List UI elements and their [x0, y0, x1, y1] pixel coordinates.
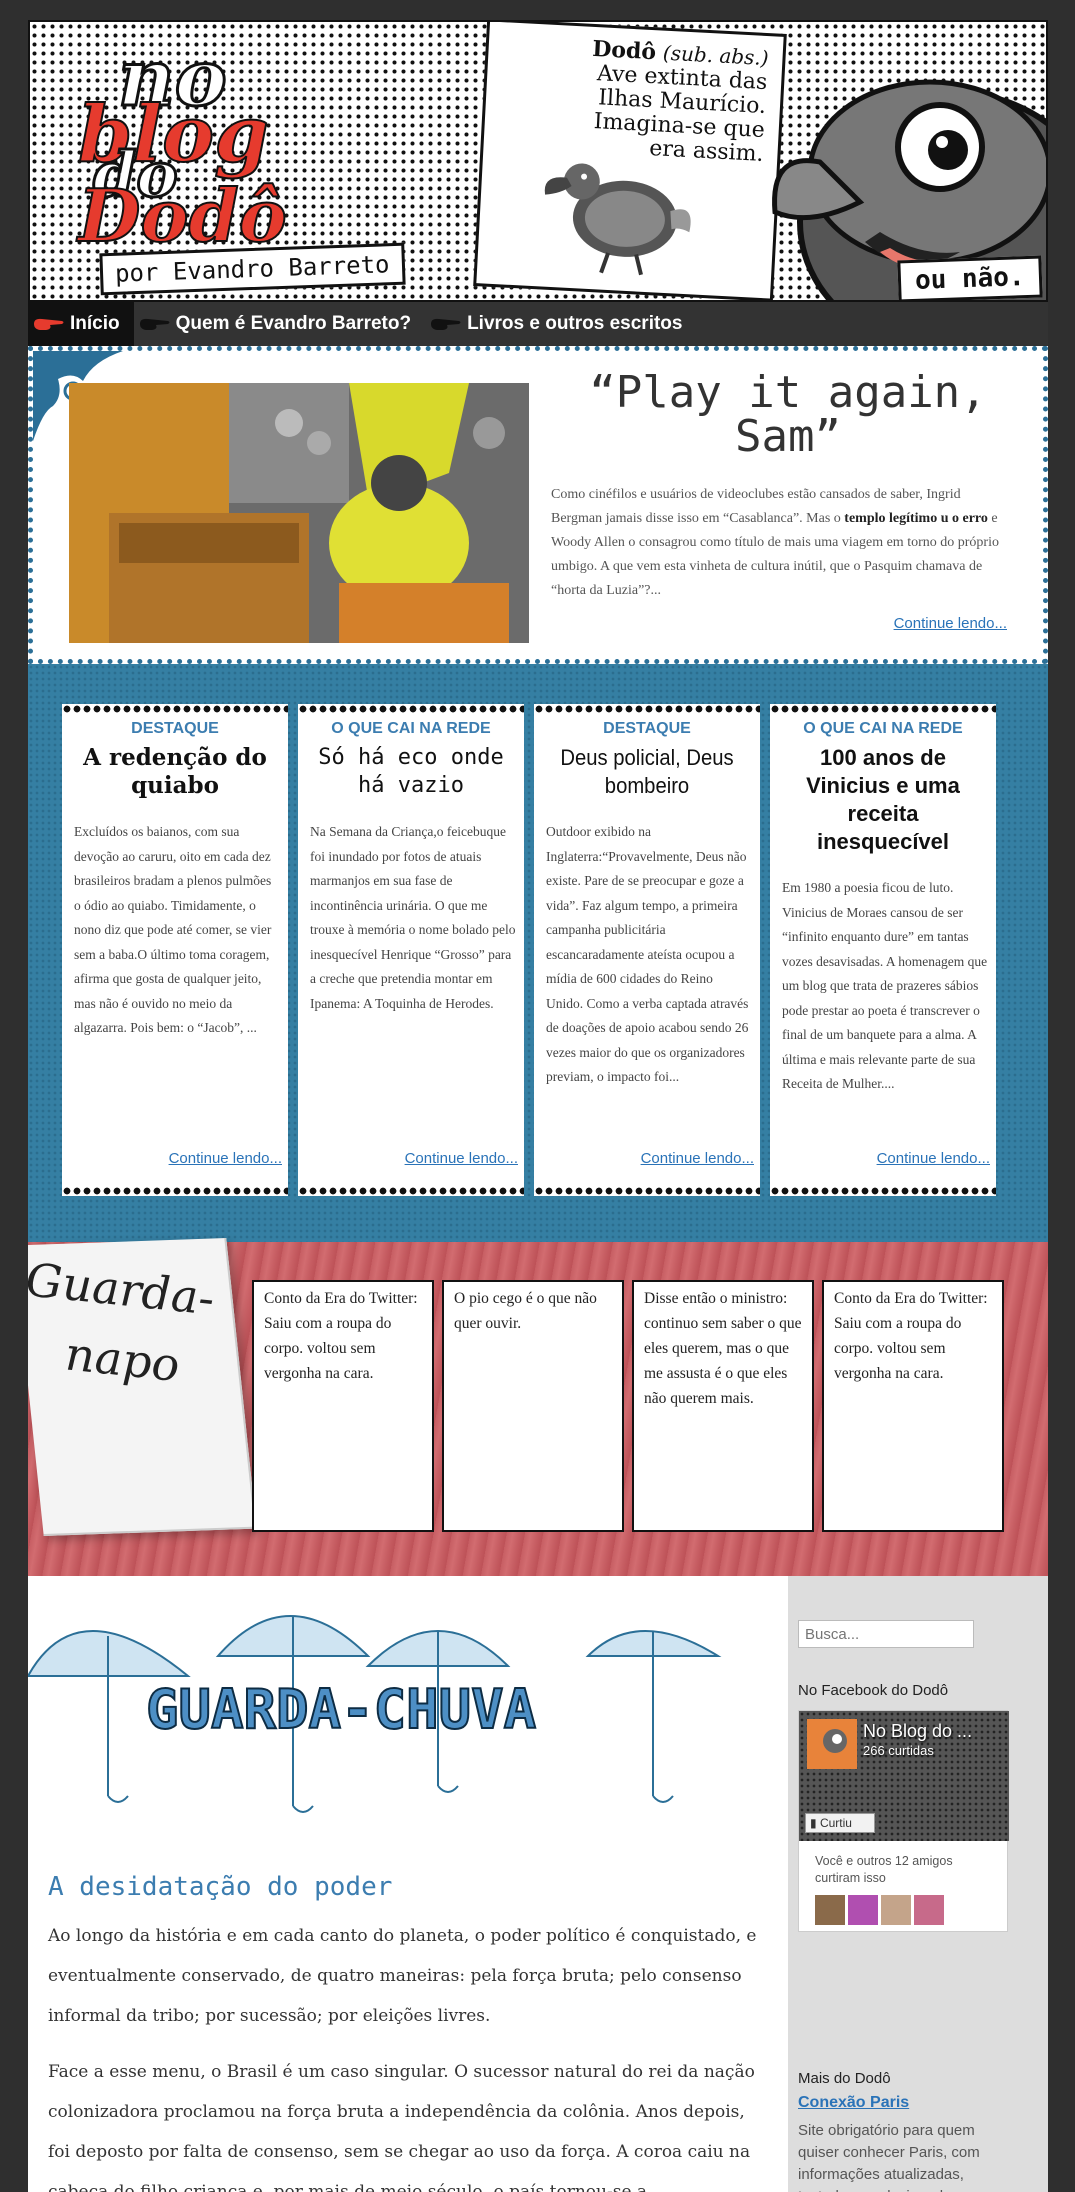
guardanapo-section: Guarda- napo Conto da Era do Twitter: Sa… [28, 1237, 1048, 1576]
card-continue-link[interactable]: Continue lendo... [405, 1150, 518, 1167]
friend-avatar[interactable] [848, 1895, 878, 1925]
card-title[interactable]: 100 anos de Vinicius e uma receita inesq… [780, 744, 986, 856]
card-dotted-edge [298, 1186, 524, 1196]
facebook-page-avatar [807, 1719, 857, 1769]
highlights-band: DESTAQUE A redenção do quiabo Excluídos … [28, 664, 1048, 1242]
card-title[interactable]: A redenção do quiabo [72, 744, 278, 800]
card-dotted-edge [298, 704, 524, 714]
guarda-chuva-banner: GUARDA-CHUVA [28, 1615, 722, 1813]
facebook-page-name[interactable]: No Blog do ... [863, 1721, 972, 1742]
napkin-note: Conto da Era do Twitter: Saiu com a roup… [252, 1280, 434, 1532]
card-continue-link[interactable]: Continue lendo... [169, 1150, 282, 1167]
card-category[interactable]: O QUE CAI NA REDE [298, 720, 524, 738]
featured-post-excerpt: Como cinéfilos e usuários de videoclubes… [551, 483, 1011, 603]
search-input[interactable] [798, 1620, 974, 1648]
lower-content: GUARDA-CHUVA A desidatação do poder Ao l… [28, 1576, 1048, 2192]
featured-post: “Play it again, Sam” Como cinéfilos e us… [28, 346, 1048, 664]
card-continue-link[interactable]: Continue lendo... [877, 1150, 990, 1167]
page-wrapper: no blog do Dodô por Evandro Barreto Dodô… [28, 20, 1048, 2192]
logo-word-dodo: Dodô [77, 173, 288, 258]
facebook-cover-image: No Blog do ... 266 curtidas ▮ Curtiu [799, 1711, 1009, 1841]
card-title[interactable]: Só há eco onde há vazio [308, 744, 514, 800]
card-dotted-edge [62, 704, 288, 714]
napkin-note: Disse então o ministro: continuo sem sab… [632, 1280, 814, 1532]
featured-post-title[interactable]: “Play it again, Sam” [563, 371, 1013, 459]
featured-image-illustration [69, 383, 529, 643]
more-description: Site obrigatório para quem quiser conhec… [798, 2122, 980, 2192]
facebook-friends-text: Você e outros 12 amigos curtiram isso [815, 1854, 953, 1885]
napkin-note: O pio cego é o que não quer ouvir. [442, 1280, 624, 1532]
post-paragraph: Ao longo da história e em cada canto do … [48, 1926, 757, 2026]
card-dotted-edge [770, 704, 996, 714]
site-logo[interactable]: no blog do Dodô [38, 32, 328, 267]
card-category[interactable]: DESTAQUE [62, 720, 288, 738]
sidebar: No Facebook do Dodô No Blog do ... 266 c… [788, 1576, 1048, 2192]
nav-item-livros[interactable]: Livros e outros escritos [425, 302, 696, 346]
site-header[interactable]: no blog do Dodô por Evandro Barreto Dodô… [28, 20, 1048, 302]
card-category[interactable]: DESTAQUE [534, 720, 760, 738]
highlight-card: O QUE CAI NA REDE Só há eco onde há vazi… [298, 704, 524, 1196]
napkin-word: Guarda- [28, 1252, 215, 1326]
more-heading: Mais do Dodô [798, 2070, 891, 2087]
nav-item-label: Quem é Evandro Barreto? [175, 313, 412, 334]
pointing-hand-icon [431, 318, 461, 330]
featured-continue-link[interactable]: Continue lendo... [894, 615, 1007, 632]
highlight-card: DESTAQUE Deus policial, Deus bombeiro Ou… [534, 704, 760, 1196]
card-category[interactable]: O QUE CAI NA REDE [770, 720, 996, 738]
post-paragraph: Face a esse menu, o Brasil é um caso sin… [48, 2062, 755, 2192]
napkin-word: napo [64, 1326, 181, 1393]
card-excerpt: Em 1980 a poesia ficou de luto. Vinicius… [782, 880, 988, 1091]
card-dotted-edge [62, 1186, 288, 1196]
card-excerpt: Outdoor exibido na Inglaterra:“Provavelm… [546, 824, 749, 1084]
facebook-like-label: Curtiu [819, 1816, 852, 1830]
excerpt-link[interactable]: templo legítimo u o erro [844, 511, 988, 526]
napkin-illustration: Guarda- napo [28, 1237, 257, 1537]
card-dotted-edge [770, 1186, 996, 1196]
definition-card: Dodô (sub. abs.) Ave extinta das Ilhas M… [473, 22, 787, 300]
nav-item-quem-e-evandro[interactable]: Quem é Evandro Barreto? [134, 302, 425, 346]
main-navigation: Início Quem é Evandro Barreto? Livros e … [28, 302, 1048, 346]
facebook-widget[interactable]: No Blog do ... 266 curtidas ▮ Curtiu Voc… [798, 1710, 1009, 1932]
featured-post-image[interactable] [69, 383, 529, 643]
facebook-friend-avatars [815, 1895, 944, 1925]
friend-avatar[interactable] [881, 1895, 911, 1925]
post-title[interactable]: A desidatação do poder [48, 1872, 392, 1902]
napkin-note: Conto da Era do Twitter: Saiu com a roup… [822, 1280, 1004, 1532]
card-dotted-edge [534, 1186, 760, 1196]
card-excerpt: Na Semana da Criança,o feicebuque foi in… [310, 824, 516, 1011]
friend-avatar[interactable] [815, 1895, 845, 1925]
nav-item-label: Início [70, 313, 120, 334]
dodo-engraving-illustration [544, 163, 691, 276]
card-title[interactable]: Deus policial, Deus bombeiro [552, 744, 742, 800]
facebook-like-count: 266 curtidas [863, 1743, 934, 1758]
pointing-hand-icon [34, 318, 64, 330]
friend-avatar[interactable] [914, 1895, 944, 1925]
facebook-like-button[interactable]: ▮ Curtiu [805, 1813, 875, 1833]
nav-item-inicio[interactable]: Início [28, 302, 134, 346]
ou-nao-tag: ou não. [897, 255, 1043, 300]
highlight-card: DESTAQUE A redenção do quiabo Excluídos … [62, 704, 288, 1196]
highlight-card: O QUE CAI NA REDE 100 anos de Vinicius e… [770, 704, 996, 1196]
nav-item-label: Livros e outros escritos [467, 313, 683, 334]
conexao-paris-link[interactable]: Conexão Paris [798, 2094, 909, 2112]
card-excerpt: Excluídos os baianos, com sua devoção ao… [74, 824, 272, 1035]
thumbs-up-icon: ▮ [810, 1816, 817, 1830]
guarda-chuva-title: GUARDA-CHUVA [146, 1678, 536, 1741]
card-dotted-edge [534, 704, 760, 714]
pointing-hand-icon [139, 318, 170, 330]
card-continue-link[interactable]: Continue lendo... [641, 1150, 754, 1167]
facebook-widget-heading: No Facebook do Dodô [798, 1682, 949, 1699]
